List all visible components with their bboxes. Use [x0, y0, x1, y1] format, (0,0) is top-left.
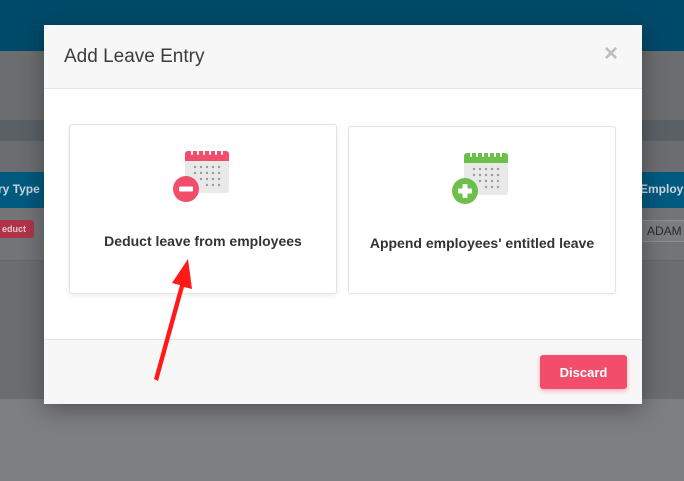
add-leave-entry-modal: Add Leave Entry × Deduct leave from empl… — [44, 25, 642, 404]
deduct-leave-option[interactable]: Deduct leave from employees — [69, 124, 337, 294]
app-lower-area — [0, 399, 684, 481]
modal-footer: Discard — [44, 339, 642, 404]
employee-cell: ADAM — [640, 220, 684, 242]
deduct-leave-label: Deduct leave from employees — [104, 233, 302, 249]
column-header-employee: Employ — [640, 182, 684, 196]
discard-button[interactable]: Discard — [540, 355, 627, 389]
modal-body: Deduct leave from employees Append emplo… — [44, 89, 642, 339]
modal-title: Add Leave Entry — [64, 46, 205, 67]
calendar-minus-icon — [173, 149, 229, 202]
calendar-plus-icon — [452, 151, 508, 204]
append-leave-label: Append employees' entitled leave — [369, 235, 595, 251]
close-icon[interactable]: × — [604, 42, 618, 66]
modal-header: Add Leave Entry × — [44, 25, 642, 89]
column-header-entry-type: ry Type — [0, 182, 40, 196]
entry-type-badge: educt — [0, 220, 35, 238]
append-leave-option[interactable]: Append employees' entitled leave — [348, 126, 616, 294]
